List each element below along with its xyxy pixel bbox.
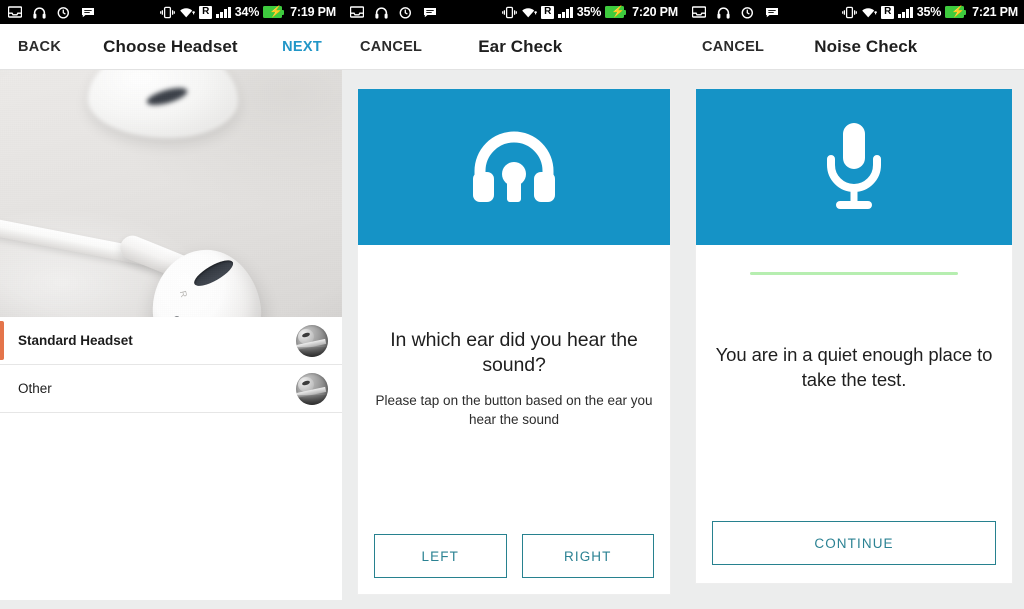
message-icon: [81, 7, 95, 18]
signal-bars-icon: [558, 6, 573, 18]
battery-percent: 35%: [576, 5, 602, 19]
battery-percent: 35%: [916, 5, 942, 19]
headset-thumbnail: [296, 372, 328, 405]
status-system-icons: R 35% ⚡ 7:20 PM: [502, 5, 678, 19]
list-item-other[interactable]: Other: [0, 365, 342, 413]
list-item-standard-headset[interactable]: Standard Headset: [0, 317, 342, 365]
battery-percent: 34%: [234, 5, 260, 19]
status-system-icons: R 34% ⚡ 7:19 PM: [160, 5, 336, 19]
microphone-icon: [822, 121, 886, 213]
cancel-button[interactable]: CANCEL: [356, 39, 426, 55]
ear-check-card: In which ear did you hear the sound? Ple…: [357, 88, 671, 595]
status-notification-icons: [350, 6, 437, 19]
roaming-badge: R: [199, 5, 213, 19]
status-time: 7:20 PM: [632, 5, 678, 19]
noise-check-card: You are in a quiet enough place to take …: [695, 88, 1013, 584]
battery-charging-icon: ⚡: [605, 6, 627, 18]
card-body: In which ear did you hear the sound? Ple…: [358, 245, 670, 594]
next-button[interactable]: NEXT: [278, 39, 326, 55]
headset-thumbnail: [296, 324, 328, 357]
wifi-icon: [521, 6, 538, 19]
instruction-text: Please tap on the button based on the ea…: [375, 392, 653, 428]
battery-charging-icon: ⚡: [263, 6, 285, 18]
roaming-badge: R: [541, 5, 555, 19]
page-title: Ear Check: [478, 36, 563, 56]
vibrate-icon: [502, 6, 518, 19]
card-banner: [358, 89, 670, 245]
list-item-label: Standard Headset: [18, 333, 133, 348]
left-ear-button[interactable]: LEFT: [374, 534, 507, 578]
message-icon: [765, 7, 779, 18]
answer-buttons: LEFT RIGHT: [374, 534, 654, 594]
card-banner: [696, 89, 1012, 245]
inbox-icon: [8, 6, 22, 18]
headphones-icon: [33, 6, 46, 19]
app-bar: BACK Choose Headset NEXT: [0, 24, 342, 70]
status-time: 7:19 PM: [290, 5, 336, 19]
app-bar: CANCEL Ear Check: [342, 24, 684, 70]
headphone-sync-icon: [399, 6, 412, 19]
right-ear-button[interactable]: RIGHT: [521, 534, 654, 578]
headphones-icon: [375, 6, 388, 19]
noise-status-message: You are in a quiet enough place to take …: [715, 344, 993, 390]
continue-button[interactable]: CONTINUE: [712, 521, 996, 565]
wifi-icon: [179, 6, 196, 19]
inbox-icon: [350, 6, 364, 18]
panel-choose-headset: R 34% ⚡ 7:19 PM BACK Choose Headset NEXT…: [0, 0, 342, 609]
panel-noise-check: R 35% ⚡ 7:21 PM CANCEL Noise Check You a…: [684, 0, 1024, 609]
page-title: Noise Check: [814, 36, 918, 56]
wifi-icon: [861, 6, 878, 19]
status-bar: R 35% ⚡ 7:21 PM: [684, 0, 1024, 24]
status-bar: R 34% ⚡ 7:19 PM: [0, 0, 342, 24]
signal-bars-icon: [898, 6, 913, 18]
selected-accent-bar: [0, 321, 4, 360]
signal-bars-icon: [216, 6, 231, 18]
cancel-button[interactable]: CANCEL: [698, 39, 768, 55]
headphone-sync-icon: [741, 6, 754, 19]
vibrate-icon: [160, 6, 176, 19]
status-bar: R 35% ⚡ 7:20 PM: [342, 0, 684, 24]
question-text: In which ear did you hear the sound?: [390, 329, 638, 376]
message-icon: [423, 7, 437, 18]
headphone-sync-icon: [57, 6, 70, 19]
status-notification-icons: [8, 6, 95, 19]
screenshot-root: R 34% ⚡ 7:19 PM BACK Choose Headset NEXT…: [0, 0, 1024, 609]
noise-level-indicator: [712, 272, 996, 275]
headset-list: Standard Headset Other: [0, 317, 342, 600]
battery-charging-icon: ⚡: [945, 6, 967, 18]
card-body: You are in a quiet enough place to take …: [696, 245, 1012, 583]
roaming-badge: R: [881, 5, 895, 19]
app-bar: CANCEL Noise Check: [684, 24, 1024, 70]
headphones-icon: [471, 130, 557, 204]
status-time: 7:21 PM: [972, 5, 1018, 19]
status-notification-icons: [692, 6, 779, 19]
panel-ear-check: R 35% ⚡ 7:20 PM CANCEL Ear Check In whic…: [342, 0, 684, 609]
page-title: Choose Headset: [103, 36, 238, 56]
action-buttons: CONTINUE: [712, 521, 996, 583]
status-system-icons: R 35% ⚡ 7:21 PM: [842, 5, 1018, 19]
headphones-icon: [717, 6, 730, 19]
list-item-label: Other: [18, 381, 52, 396]
vibrate-icon: [842, 6, 858, 19]
back-button[interactable]: BACK: [14, 39, 65, 55]
inbox-icon: [692, 6, 706, 18]
earbuds-photo: R: [0, 70, 342, 317]
